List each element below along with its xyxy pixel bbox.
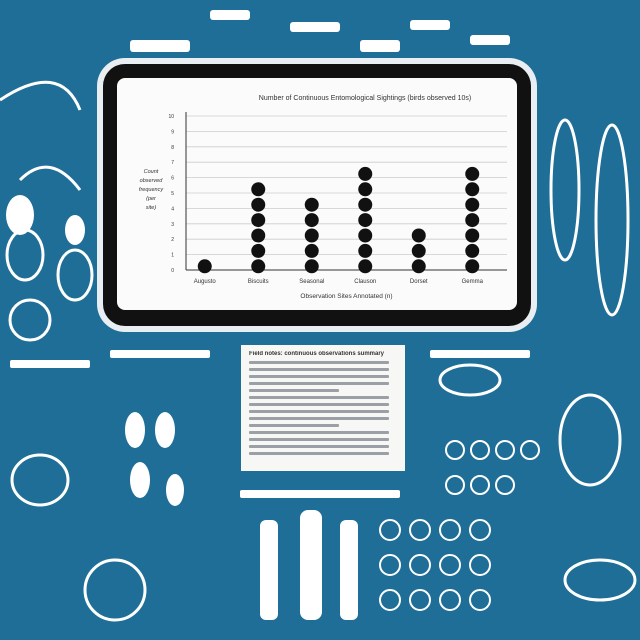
data-dot bbox=[411, 259, 426, 274]
flower-doodle bbox=[10, 453, 70, 507]
data-dot bbox=[251, 228, 266, 243]
y-axis-label-part: (per bbox=[146, 196, 157, 202]
data-dot bbox=[251, 197, 266, 212]
y-tick-label: 5 bbox=[171, 191, 174, 197]
y-tick-label: 0 bbox=[171, 268, 174, 274]
data-dot bbox=[358, 228, 373, 243]
x-tick-label: Gemma bbox=[462, 279, 484, 285]
shell-doodle bbox=[83, 558, 147, 622]
y-axis-label-part: observed bbox=[140, 178, 164, 184]
data-dot bbox=[465, 197, 480, 212]
x-tick-label: Biscuits bbox=[248, 279, 269, 285]
document-text-line bbox=[249, 389, 339, 392]
data-dot bbox=[251, 243, 266, 258]
document-text-line bbox=[249, 417, 389, 420]
monitor-frame: Number of Continuous Entomological Sight… bbox=[103, 64, 531, 326]
y-axis-label-part: Count bbox=[144, 169, 159, 175]
document-text-line bbox=[249, 375, 389, 378]
data-dot bbox=[358, 213, 373, 228]
wave-doodle bbox=[0, 80, 82, 111]
document-text-line bbox=[249, 361, 389, 364]
y-tick-label: 3 bbox=[171, 222, 174, 228]
data-dot bbox=[358, 259, 373, 274]
data-dot bbox=[411, 228, 426, 243]
document-text-line bbox=[249, 396, 389, 399]
y-axis-label-part: frequency bbox=[139, 187, 164, 193]
document-text-line bbox=[249, 452, 389, 455]
y-tick-label: 2 bbox=[171, 237, 174, 243]
data-dot bbox=[358, 197, 373, 212]
gourd-doodle bbox=[5, 228, 45, 282]
data-dot bbox=[304, 197, 319, 212]
x-tick-label: Dorset bbox=[410, 279, 428, 285]
data-dot bbox=[251, 213, 266, 228]
document-text-line bbox=[249, 403, 389, 406]
data-dot bbox=[465, 228, 480, 243]
document-text-line bbox=[249, 438, 389, 441]
x-tick-label: Augusto bbox=[194, 279, 217, 285]
data-dot bbox=[358, 182, 373, 197]
document-text-line bbox=[249, 445, 389, 448]
data-dot bbox=[358, 166, 373, 181]
data-dot bbox=[465, 243, 480, 258]
document-text-line bbox=[249, 424, 339, 427]
wave-doodle bbox=[18, 165, 82, 191]
y-axis-label-part: site) bbox=[146, 205, 157, 211]
data-dot bbox=[304, 228, 319, 243]
y-tick-label: 6 bbox=[171, 176, 174, 182]
y-tick-label: 10 bbox=[168, 114, 174, 120]
y-tick-label: 1 bbox=[171, 253, 174, 259]
data-dot bbox=[465, 182, 480, 197]
data-dot bbox=[465, 166, 480, 181]
y-tick-label: 8 bbox=[171, 145, 174, 151]
y-tick-label: 9 bbox=[171, 129, 174, 135]
data-dot bbox=[304, 213, 319, 228]
y-tick-label: 4 bbox=[171, 206, 174, 212]
data-dot bbox=[465, 259, 480, 274]
bird-doodle bbox=[558, 393, 622, 487]
x-tick-label: Seasonal bbox=[299, 279, 324, 285]
document-title: Field notes: continuous observations sum… bbox=[249, 351, 385, 357]
chart-screen: Number of Continuous Entomological Sight… bbox=[117, 78, 517, 310]
data-dot bbox=[304, 259, 319, 274]
text-document: Field notes: continuous observations sum… bbox=[241, 345, 405, 471]
data-dot bbox=[304, 243, 319, 258]
feather-doodle bbox=[594, 123, 630, 317]
chart-title: Number of Continuous Entomological Sight… bbox=[259, 95, 471, 102]
data-dot bbox=[411, 243, 426, 258]
document-text-line bbox=[249, 382, 389, 385]
shell-doodle bbox=[438, 363, 502, 397]
data-dot bbox=[358, 243, 373, 258]
insect-doodle bbox=[563, 558, 637, 602]
data-dot bbox=[251, 259, 266, 274]
y-tick-label: 7 bbox=[171, 160, 174, 166]
gourd-doodle bbox=[56, 248, 94, 302]
data-dot bbox=[465, 213, 480, 228]
x-axis-label: Observation Sites Annotated (n) bbox=[300, 293, 392, 300]
document-text-line bbox=[249, 410, 389, 413]
dot-plot: Number of Continuous Entomological Sight… bbox=[139, 95, 507, 300]
document-text-line bbox=[249, 368, 389, 371]
document-text-line bbox=[249, 431, 389, 434]
data-dot bbox=[197, 259, 212, 274]
x-tick-label: Clauson bbox=[354, 279, 376, 285]
data-dot bbox=[251, 182, 266, 197]
shell-doodle bbox=[8, 298, 52, 342]
leaf-doodle bbox=[549, 118, 581, 262]
